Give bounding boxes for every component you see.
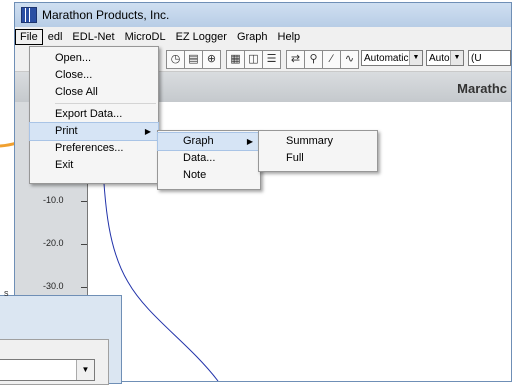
y-tick-label: -30.0 [43, 281, 64, 291]
file-menu-print[interactable]: Print ▶ [29, 122, 159, 141]
company-label: Marathc [457, 81, 507, 96]
y-tick-label: -20.0 [43, 238, 64, 248]
crosshair-icon[interactable]: ⊕ [202, 50, 221, 69]
zoom-icon[interactable]: ⚲ [304, 50, 323, 69]
zoom-fit-icon[interactable]: ⇄ [286, 50, 305, 69]
menu-help[interactable]: Help [273, 29, 306, 45]
dialog-combo-box[interactable]: ▼ [0, 359, 95, 381]
background-dialog: ▼ [0, 295, 122, 385]
scale-mode-select[interactable]: Automatic ▼ [361, 50, 423, 66]
table-icon[interactable]: ▦ [226, 50, 245, 69]
print-submenu: Graph ▶ Data... Note [157, 130, 261, 190]
file-menu-export-data[interactable]: Export Data... [30, 106, 158, 123]
print-submenu-graph[interactable]: Graph ▶ [157, 132, 261, 151]
units-value: (U [471, 53, 482, 64]
window-title: Marathon Products, Inc. [42, 8, 170, 22]
file-menu-open[interactable]: Open... [30, 50, 158, 67]
menu-edl[interactable]: edl [43, 29, 68, 45]
graph-submenu-summary[interactable]: Summary [259, 133, 377, 150]
file-menu-exit[interactable]: Exit [30, 157, 158, 174]
file-menu-preferences[interactable]: Preferences... [30, 140, 158, 157]
print-submenu-data[interactable]: Data... [158, 150, 260, 167]
submenu-arrow-icon: ▶ [246, 137, 253, 146]
title-bar: Marathon Products, Inc. [15, 3, 511, 27]
chart-icon[interactable]: ∿ [340, 50, 359, 69]
y-tick-label: -10.0 [43, 195, 64, 205]
menu-separator [55, 103, 156, 104]
y-axis-unit-fragment: s [4, 288, 9, 298]
app-icon [21, 7, 37, 23]
units-select[interactable]: (U [468, 50, 511, 66]
file-menu-close-all[interactable]: Close All [30, 84, 158, 101]
scale-mode-value: Automatic [364, 53, 409, 64]
line-tool-icon[interactable]: ∕ [322, 50, 341, 69]
menu-ez-logger[interactable]: EZ Logger [171, 29, 232, 45]
chevron-down-icon: ▼ [450, 51, 463, 65]
chevron-down-icon: ▼ [409, 51, 422, 65]
graph-submenu: Summary Full [258, 130, 378, 172]
graph-submenu-full[interactable]: Full [259, 150, 377, 167]
menu-graph[interactable]: Graph [232, 29, 273, 45]
menu-bar: File edl EDL-Net MicroDL EZ Logger Graph… [15, 27, 511, 47]
clock-icon[interactable]: ◷ [166, 50, 185, 69]
file-menu: Open... Close... Close All Export Data..… [29, 46, 159, 184]
range-value: Auto [429, 53, 450, 64]
range-select[interactable]: Auto ▼ [426, 50, 464, 66]
file-menu-close[interactable]: Close... [30, 67, 158, 84]
menu-microdl[interactable]: MicroDL [120, 29, 171, 45]
submenu-arrow-icon: ▶ [144, 127, 151, 136]
chevron-down-icon: ▼ [76, 360, 94, 380]
menu-file[interactable]: File [15, 29, 43, 45]
print-preview-icon[interactable]: ▤ [184, 50, 203, 69]
columns-icon[interactable]: ◫ [244, 50, 263, 69]
list-icon[interactable]: ☰ [262, 50, 281, 69]
print-submenu-note[interactable]: Note [158, 167, 260, 184]
menu-edl-net[interactable]: EDL-Net [67, 29, 119, 45]
